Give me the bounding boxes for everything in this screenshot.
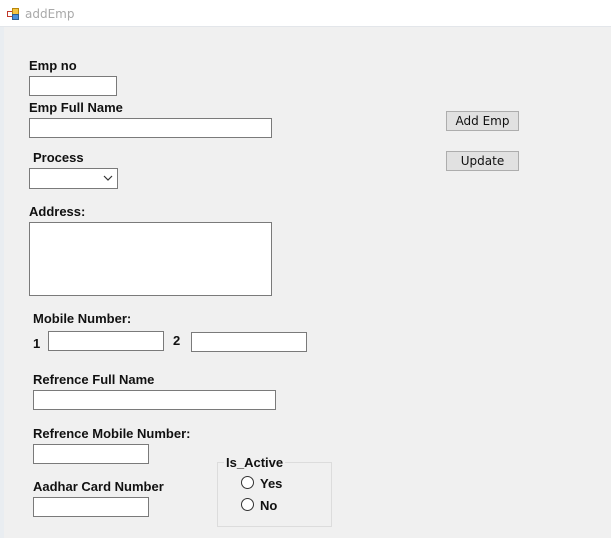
emp-no-label: Emp no — [29, 58, 77, 73]
address-textarea[interactable] — [29, 222, 272, 296]
window-title: addEmp — [25, 7, 75, 21]
reference-mobile-input[interactable] — [33, 444, 149, 464]
process-select[interactable] — [29, 168, 118, 189]
address-label: Address: — [29, 204, 86, 219]
aadhar-card-label: Aadhar Card Number — [33, 479, 164, 494]
reference-full-name-input[interactable] — [33, 390, 276, 410]
mobile-1-label: 1 — [33, 336, 41, 351]
is-active-groupbox — [217, 462, 332, 527]
yes-radio-label[interactable]: Yes — [260, 476, 282, 491]
reference-full-name-label: Refrence Full Name — [33, 372, 155, 387]
is-active-group-title: Is_Active — [224, 455, 286, 470]
mobile-number-label: Mobile Number: — [33, 311, 132, 326]
window-left-edge — [0, 27, 4, 538]
process-label: Process — [33, 150, 84, 165]
mobile-2-label: 2 — [173, 333, 181, 348]
add-emp-window: addEmp Emp no Emp Full Name Process Addr… — [0, 0, 611, 538]
title-bar: addEmp — [0, 0, 611, 27]
mobile-1-input[interactable] — [48, 331, 164, 351]
add-emp-button[interactable]: Add Emp — [446, 111, 519, 131]
no-radio-label[interactable]: No — [260, 498, 277, 513]
yes-radio[interactable] — [241, 476, 254, 489]
no-radio[interactable] — [241, 498, 254, 511]
emp-full-name-input[interactable] — [29, 118, 272, 138]
form-app-icon — [7, 8, 19, 20]
aadhar-card-input[interactable] — [33, 497, 149, 517]
emp-no-input[interactable] — [29, 76, 117, 96]
emp-full-name-label: Emp Full Name — [29, 100, 123, 115]
reference-mobile-label: Refrence Mobile Number: — [33, 426, 191, 441]
chevron-down-icon — [103, 175, 113, 181]
update-button[interactable]: Update — [446, 151, 519, 171]
mobile-2-input[interactable] — [191, 332, 307, 352]
